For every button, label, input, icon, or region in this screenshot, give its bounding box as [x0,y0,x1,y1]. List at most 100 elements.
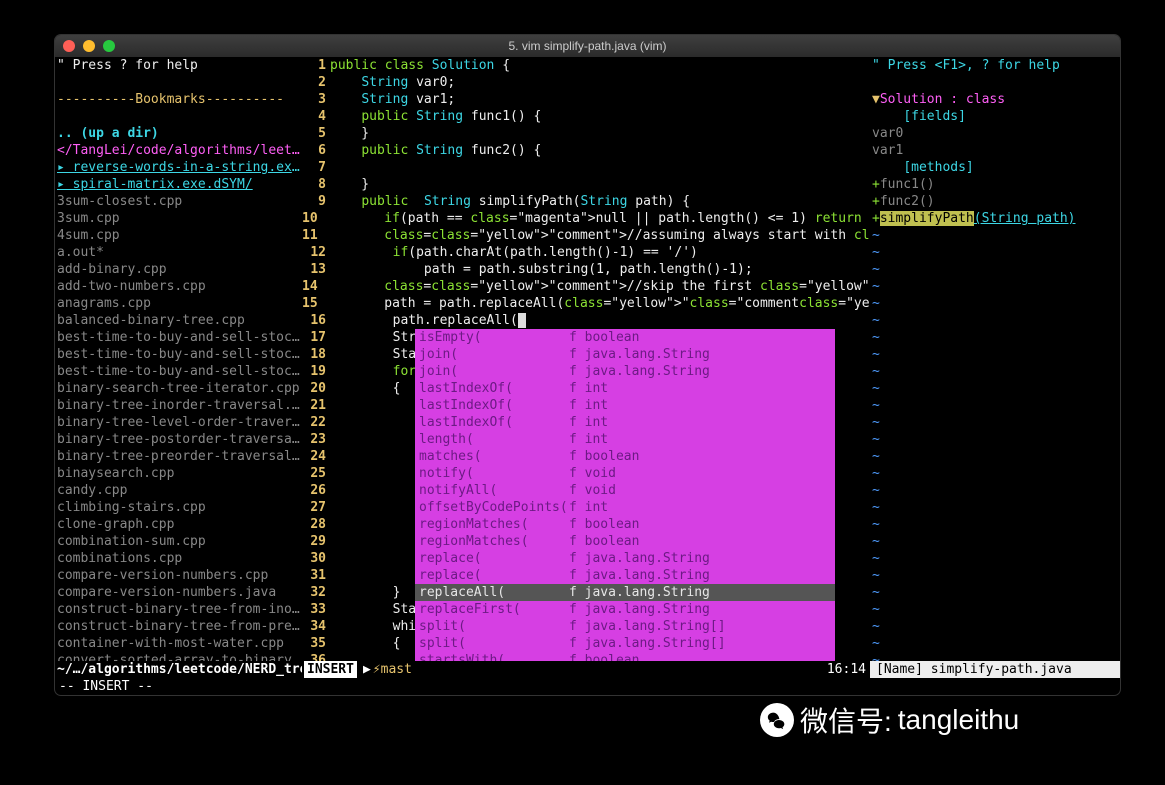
code-line[interactable]: 15 path = path.replaceAll(class="yellow"… [302,295,870,312]
nerdtree-file[interactable]: a.out* [57,244,301,261]
completion-item[interactable]: lastIndexOf(f int [415,397,835,414]
completion-item[interactable]: replaceAll(f java.lang.String [415,584,835,601]
nerdtree-file[interactable]: add-binary.cpp [57,261,301,278]
code-text[interactable]: path = path.substring(1, path.length()-1… [330,261,870,278]
nerdtree-file[interactable]: balanced-binary-tree.cpp [57,312,301,329]
completion-item[interactable]: lastIndexOf(f int [415,414,835,431]
nerdtree-file[interactable]: combination-sum.cpp [57,533,301,550]
tagbar-class-head[interactable]: ▼Solution : class [872,91,1118,108]
completion-item[interactable]: replace(f java.lang.String [415,550,835,567]
nerdtree-file[interactable]: 3sum.cpp [57,210,301,227]
line-number: 21 [302,397,330,414]
status-editor: INSERT ▶ ⚡mast 16:14 [302,661,870,678]
nerdtree-file[interactable]: 4sum.cpp [57,227,301,244]
nerdtree-dir[interactable]: ▸ reverse-words-in-a-string.exe.dSY [57,159,301,176]
completion-item[interactable]: join(f java.lang.String [415,346,835,363]
code-text[interactable]: String var0; [330,74,870,91]
nerdtree-file[interactable]: construct-binary-tree-from-inorde [57,601,301,618]
code-text[interactable]: class=class="yellow">"comment">//skip th… [322,278,870,295]
nerdtree-file[interactable]: compare-version-numbers.cpp [57,567,301,584]
code-text[interactable]: class=class="yellow">"comment">//assumin… [322,227,870,244]
nerdtree-file[interactable]: construct-binary-tree-from-preord [57,618,301,635]
completion-item[interactable]: length(f int [415,431,835,448]
completion-item[interactable]: matches(f boolean [415,448,835,465]
nerdtree-root[interactable]: </TangLei/code/algorithms/leetcode/ [57,142,301,159]
nerdtree-file[interactable]: combinations.cpp [57,550,301,567]
code-text[interactable]: } [330,176,870,193]
code-line[interactable]: 4 public String func1() { [302,108,870,125]
tagbar-method[interactable]: +func2() [872,193,1118,210]
nerdtree-file[interactable]: best-time-to-buy-and-sell-stock-i [57,346,301,363]
nerdtree-file[interactable]: binaysearch.cpp [57,465,301,482]
code-text[interactable]: path = path.replaceAll(class="yellow">"c… [322,295,870,312]
nerdtree-up-dir[interactable]: .. (up a dir) [57,125,301,142]
nerdtree-file[interactable]: container-with-most-water.cpp [57,635,301,652]
nerdtree-file[interactable]: best-time-to-buy-and-sell-stock.c [57,363,301,380]
code-text[interactable] [330,159,870,176]
code-line[interactable]: 7 [302,159,870,176]
nerdtree-file[interactable]: binary-search-tree-iterator.cpp [57,380,301,397]
window-titlebar[interactable]: 5. vim simplify-path.java (vim) [55,35,1120,57]
completion-item[interactable]: lastIndexOf(f int [415,380,835,397]
code-text[interactable]: public String func1() { [330,108,870,125]
code-line[interactable]: 9 public String simplifyPath(String path… [302,193,870,210]
code-text[interactable]: if(path.charAt(path.length()-1) == '/') [330,244,870,261]
code-line[interactable]: 3 String var1; [302,91,870,108]
vim-empty-line: ~ [872,261,1118,278]
code-text[interactable]: } [330,125,870,142]
nerdtree-file[interactable]: convert-sorted-array-to-binary-se [57,652,301,661]
spacer [57,108,301,125]
nerdtree-file[interactable]: add-two-numbers.cpp [57,278,301,295]
tagbar-method[interactable]: +func1() [872,176,1118,193]
nerdtree-file[interactable]: binary-tree-level-order-traversal [57,414,301,431]
code-text[interactable]: if(path == class="magenta">null || path.… [322,210,870,227]
tagbar-method[interactable]: +simplifyPath(String path) [872,210,1118,227]
completion-item[interactable]: join(f java.lang.String [415,363,835,380]
code-line[interactable]: 8 } [302,176,870,193]
completion-popup[interactable]: isEmpty(f booleanjoin(f java.lang.String… [415,329,835,661]
nerdtree-file[interactable]: best-time-to-buy-and-sell-stock-i [57,329,301,346]
nerdtree-file[interactable]: climbing-stairs.cpp [57,499,301,516]
completion-item[interactable]: replaceFirst(f java.lang.String [415,601,835,618]
tagbar-panel[interactable]: " Press <F1>, ? for help ▼Solution : cla… [870,57,1120,661]
tagbar-field[interactable]: var1 [872,142,1118,159]
nerdtree-file[interactable]: candy.cpp [57,482,301,499]
code-text[interactable]: public class Solution { [330,57,870,74]
nerdtree-file[interactable]: compare-version-numbers.java [57,584,301,601]
completion-item[interactable]: split(f java.lang.String[] [415,635,835,652]
code-line[interactable]: 5 } [302,125,870,142]
code-line[interactable]: 2 String var0; [302,74,870,91]
completion-item[interactable]: notifyAll(f void [415,482,835,499]
completion-item[interactable]: isEmpty(f boolean [415,329,835,346]
completion-item[interactable]: notify(f void [415,465,835,482]
code-editor[interactable]: 1public class Solution {2 String var0;3 … [302,57,870,661]
code-line[interactable]: 13 path = path.substring(1, path.length(… [302,261,870,278]
completion-item[interactable]: regionMatches(f boolean [415,516,835,533]
nerdtree-panel[interactable]: " Press ? for help ----------Bookmarks--… [55,57,302,661]
completion-item[interactable]: startsWith(f boolean [415,652,835,661]
nerdtree-file[interactable]: binary-tree-inorder-traversal.cpp [57,397,301,414]
nerdtree-file[interactable]: binary-tree-postorder-traversal.c [57,431,301,448]
nerdtree-file[interactable]: binary-tree-preorder-traversal.cp [57,448,301,465]
completion-item[interactable]: replace(f java.lang.String [415,567,835,584]
completion-item[interactable]: split(f java.lang.String[] [415,618,835,635]
completion-item[interactable]: regionMatches(f boolean [415,533,835,550]
code-text[interactable]: String var1; [330,91,870,108]
nerdtree-file[interactable]: anagrams.cpp [57,295,301,312]
code-line[interactable]: 12 if(path.charAt(path.length()-1) == '/… [302,244,870,261]
code-line[interactable]: 1public class Solution { [302,57,870,74]
tagbar-field[interactable]: var0 [872,125,1118,142]
code-text[interactable]: public String simplifyPath(String path) … [330,193,870,210]
code-text[interactable]: public String func2() { [330,142,870,159]
code-line[interactable]: 10 if(path == class="magenta">null || pa… [302,210,870,227]
code-line[interactable]: 11 class=class="yellow">"comment">//assu… [302,227,870,244]
nerdtree-file[interactable]: clone-graph.cpp [57,516,301,533]
nerdtree-dir[interactable]: ▸ spiral-matrix.exe.dSYM/ [57,176,301,193]
code-line[interactable]: 6 public String func2() { [302,142,870,159]
line-number: 22 [302,414,330,431]
completion-item[interactable]: offsetByCodePoints(f int [415,499,835,516]
nerdtree-file[interactable]: 3sum-closest.cpp [57,193,301,210]
code-text[interactable]: path.replaceAll( [330,312,870,329]
code-line[interactable]: 16 path.replaceAll( [302,312,870,329]
code-line[interactable]: 14 class=class="yellow">"comment">//skip… [302,278,870,295]
